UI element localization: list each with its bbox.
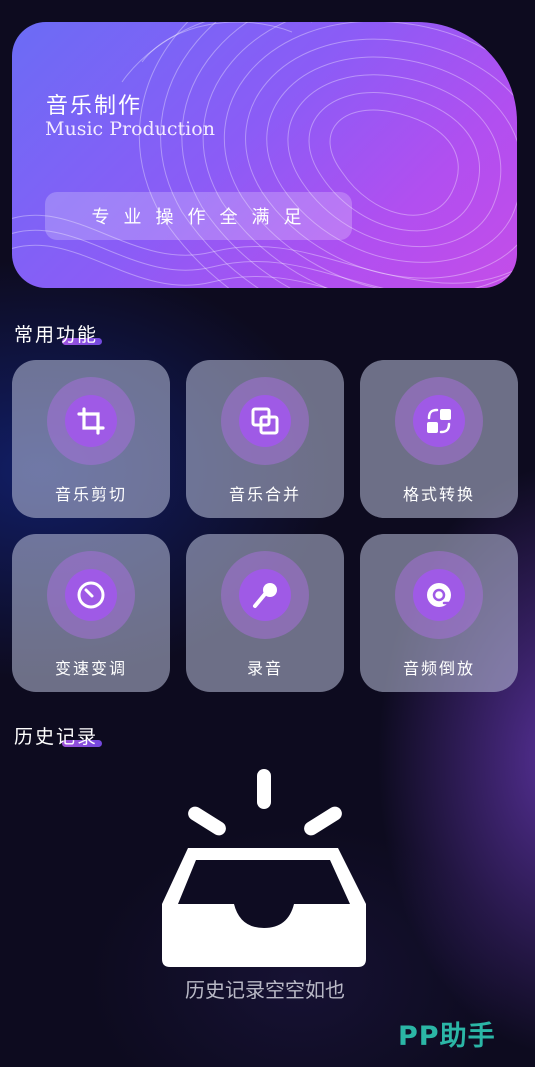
music-cut-label: 音乐剪切: [54, 485, 127, 504]
record-label: 录音: [246, 659, 283, 678]
speed-pitch-label: 变速变调: [54, 659, 127, 678]
music-merge-label: 音乐合并: [228, 485, 301, 504]
banner-tagline: 专业操作全满足: [45, 192, 352, 240]
merge-icon: [239, 395, 291, 447]
microphone-icon: [239, 569, 291, 621]
music-cut-tile[interactable]: 音乐剪切: [12, 360, 170, 518]
history-title: 历史记录: [14, 722, 102, 749]
banner-title: 音乐制作: [46, 94, 143, 119]
convert-icon: [413, 395, 465, 447]
record-tile[interactable]: 录音: [186, 534, 344, 692]
common-features-title: 常用功能: [14, 320, 102, 347]
music-merge-tile[interactable]: 音乐合并: [186, 360, 344, 518]
speed-pitch-tile[interactable]: 变速变调: [12, 534, 170, 692]
banner-subtitle: Music Production: [45, 118, 215, 140]
vinyl-reverse-icon: [413, 569, 465, 621]
wave-pattern-decoration: [12, 22, 517, 288]
audio-reverse-tile[interactable]: 音频倒放: [360, 534, 518, 692]
music-production-banner[interactable]: 音乐制作 Music Production 专业操作全满足: [12, 22, 517, 288]
format-convert-tile[interactable]: 格式转换: [360, 360, 518, 518]
empty-history-text: 历史记录空空如也: [185, 978, 345, 1002]
speedometer-icon: [65, 569, 117, 621]
format-convert-label: 格式转换: [402, 485, 475, 504]
watermark-logo: PP助手: [398, 1021, 496, 1052]
empty-inbox-icon: [162, 769, 366, 967]
crop-icon: [65, 395, 117, 447]
audio-reverse-label: 音频倒放: [402, 659, 475, 678]
